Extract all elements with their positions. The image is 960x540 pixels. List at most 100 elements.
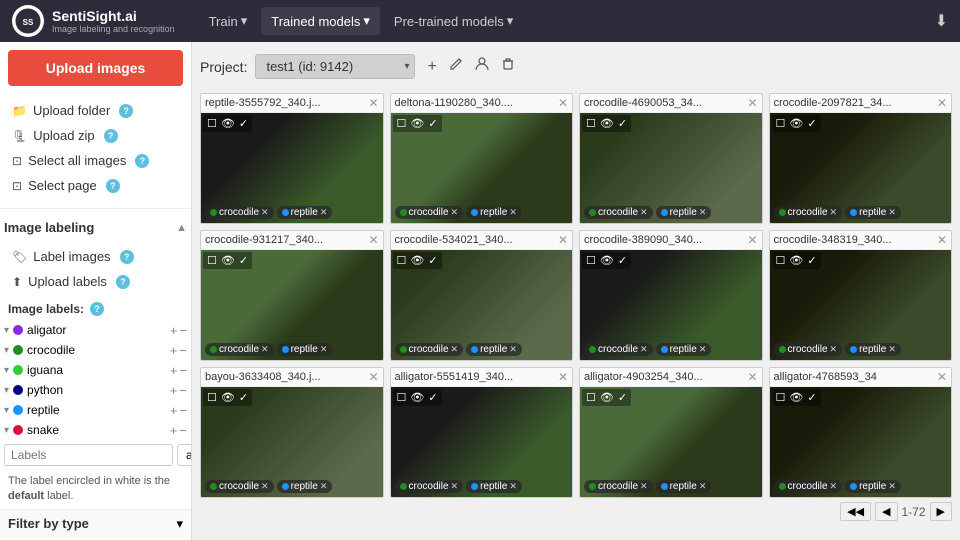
- tag-close-icon[interactable]: ✕: [699, 344, 707, 355]
- upload-labels-help[interactable]: ?: [116, 275, 130, 289]
- label-add-iguana[interactable]: +: [170, 364, 178, 377]
- nav-pretrained[interactable]: Pre-trained models ▾: [384, 7, 523, 35]
- eye-icon[interactable]: 👁: [410, 391, 424, 404]
- eye-icon[interactable]: 👁: [789, 254, 803, 267]
- label-arrow-reptile[interactable]: ▾: [4, 405, 9, 416]
- image-card-body[interactable]: ☐ 👁 ✓ crocodile ✕ reptile ✕: [580, 113, 762, 223]
- tag-close-icon[interactable]: ✕: [451, 481, 459, 492]
- image-card-body[interactable]: ☐ 👁 ✓ crocodile ✕ reptile ✕: [770, 250, 952, 360]
- checkmark-icon[interactable]: ✓: [428, 391, 437, 404]
- select-image-icon[interactable]: ☐: [586, 117, 596, 130]
- tag-close-icon[interactable]: ✕: [699, 481, 707, 492]
- select-image-icon[interactable]: ☐: [207, 117, 217, 130]
- tag-close-icon[interactable]: ✕: [830, 481, 838, 492]
- image-card-close[interactable]: ✕: [558, 370, 568, 384]
- sidebar-item-upload-folder[interactable]: 📁 Upload folder ?: [8, 98, 183, 123]
- upload-zip-help[interactable]: ?: [104, 129, 118, 143]
- label-add-crocodile[interactable]: +: [170, 344, 178, 357]
- label-remove-snake[interactable]: −: [179, 424, 187, 437]
- image-card-img11[interactable]: alligator-4903254_340... ✕ ☐ 👁 ✓ crocodi…: [579, 367, 763, 498]
- tag-close-icon[interactable]: ✕: [451, 344, 459, 355]
- tag-close-icon[interactable]: ✕: [320, 344, 328, 355]
- image-card-close[interactable]: ✕: [937, 370, 947, 384]
- image-card-body[interactable]: ☐ 👁 ✓ crocodile ✕ reptile ✕: [391, 250, 573, 360]
- checkmark-icon[interactable]: ✓: [239, 391, 248, 404]
- eye-icon[interactable]: 👁: [600, 391, 614, 404]
- select-all-help[interactable]: ?: [135, 154, 149, 168]
- eye-icon[interactable]: 👁: [789, 117, 803, 130]
- image-card-close[interactable]: ✕: [368, 233, 378, 247]
- tag-close-icon[interactable]: ✕: [261, 481, 269, 492]
- checkmark-icon[interactable]: ✓: [618, 391, 627, 404]
- select-image-icon[interactable]: ☐: [776, 117, 786, 130]
- edit-project-button[interactable]: [445, 55, 467, 78]
- labels-input[interactable]: [4, 444, 173, 466]
- tag-close-icon[interactable]: ✕: [509, 481, 517, 492]
- tag-close-icon[interactable]: ✕: [640, 207, 648, 218]
- checkmark-icon[interactable]: ✓: [807, 254, 816, 267]
- tag-close-icon[interactable]: ✕: [509, 344, 517, 355]
- tag-close-icon[interactable]: ✕: [699, 207, 707, 218]
- project-select[interactable]: test1 (id: 9142): [255, 54, 415, 79]
- first-page-button[interactable]: ◀◀: [840, 502, 871, 521]
- label-remove-python[interactable]: −: [179, 384, 187, 397]
- image-card-close[interactable]: ✕: [558, 233, 568, 247]
- image-card-body[interactable]: ☐ 👁 ✓ crocodile ✕ reptile ✕: [391, 387, 573, 497]
- user-project-button[interactable]: [471, 55, 493, 78]
- image-card-close[interactable]: ✕: [937, 233, 947, 247]
- image-card-img4[interactable]: crocodile-2097821_34... ✕ ☐ 👁 ✓ crocodil…: [769, 93, 953, 224]
- label-remove-reptile[interactable]: −: [179, 404, 187, 417]
- image-card-img1[interactable]: reptile-3555792_340.j... ✕ ☐ 👁 ✓ crocodi…: [200, 93, 384, 224]
- image-card-img7[interactable]: crocodile-389090_340... ✕ ☐ 👁 ✓ crocodil…: [579, 230, 763, 361]
- label-remove-crocodile[interactable]: −: [179, 344, 187, 357]
- label-arrow-snake[interactable]: ▾: [4, 425, 9, 436]
- label-remove-aligator[interactable]: −: [179, 324, 187, 337]
- image-labels-help[interactable]: ?: [90, 302, 104, 316]
- tag-close-icon[interactable]: ✕: [320, 207, 328, 218]
- image-card-body[interactable]: ☐ 👁 ✓ crocodile ✕ reptile ✕: [391, 113, 573, 223]
- image-card-img12[interactable]: alligator-4768593_34 ✕ ☐ 👁 ✓ crocodile ✕…: [769, 367, 953, 498]
- select-image-icon[interactable]: ☐: [776, 391, 786, 404]
- label-add-reptile[interactable]: +: [170, 404, 178, 417]
- eye-icon[interactable]: 👁: [789, 391, 803, 404]
- delete-project-button[interactable]: [497, 55, 519, 78]
- image-card-close[interactable]: ✕: [368, 96, 378, 110]
- checkmark-icon[interactable]: ✓: [428, 254, 437, 267]
- sidebar-item-upload-labels[interactable]: ⬆ Upload labels ?: [8, 269, 183, 294]
- prev-page-button[interactable]: ◀: [875, 502, 897, 521]
- tag-close-icon[interactable]: ✕: [640, 344, 648, 355]
- image-card-img6[interactable]: crocodile-534021_340... ✕ ☐ 👁 ✓ crocodil…: [390, 230, 574, 361]
- label-arrow-crocodile[interactable]: ▾: [4, 345, 9, 356]
- sidebar-item-select-page[interactable]: ⊡ Select page ?: [8, 173, 183, 198]
- image-card-img3[interactable]: crocodile-4690053_34... ✕ ☐ 👁 ✓ crocodil…: [579, 93, 763, 224]
- image-card-body[interactable]: ☐ 👁 ✓ crocodile ✕ reptile ✕: [201, 387, 383, 497]
- select-image-icon[interactable]: ☐: [207, 391, 217, 404]
- checkmark-icon[interactable]: ✓: [618, 254, 627, 267]
- label-remove-iguana[interactable]: −: [179, 364, 187, 377]
- checkmark-icon[interactable]: ✓: [239, 117, 248, 130]
- next-page-button[interactable]: ▶: [930, 502, 952, 521]
- label-add-aligator[interactable]: +: [170, 324, 178, 337]
- checkmark-icon[interactable]: ✓: [618, 117, 627, 130]
- image-card-img8[interactable]: crocodile-348319_340... ✕ ☐ 👁 ✓ crocodil…: [769, 230, 953, 361]
- eye-icon[interactable]: 👁: [600, 117, 614, 130]
- select-image-icon[interactable]: ☐: [397, 391, 407, 404]
- label-arrow-python[interactable]: ▾: [4, 385, 9, 396]
- tag-close-icon[interactable]: ✕: [261, 344, 269, 355]
- image-card-img2[interactable]: deltona-1190280_340.... ✕ ☐ 👁 ✓ crocodil…: [390, 93, 574, 224]
- select-image-icon[interactable]: ☐: [207, 254, 217, 267]
- sidebar-item-label-images[interactable]: 🏷 Label images ?: [8, 244, 183, 269]
- tag-close-icon[interactable]: ✕: [830, 207, 838, 218]
- select-image-icon[interactable]: ☐: [397, 254, 407, 267]
- sidebar-item-select-all[interactable]: ⊡ Select all images ?: [8, 148, 183, 173]
- add-label-button[interactable]: add: [177, 444, 192, 466]
- select-image-icon[interactable]: ☐: [397, 117, 407, 130]
- label-add-python[interactable]: +: [170, 384, 178, 397]
- checkmark-icon[interactable]: ✓: [428, 117, 437, 130]
- nav-train[interactable]: Train ▾: [199, 7, 258, 35]
- image-card-close[interactable]: ✕: [558, 96, 568, 110]
- eye-icon[interactable]: 👁: [221, 117, 235, 130]
- collapse-icon[interactable]: ▲: [176, 222, 187, 234]
- image-card-close[interactable]: ✕: [747, 96, 757, 110]
- eye-icon[interactable]: 👁: [221, 254, 235, 267]
